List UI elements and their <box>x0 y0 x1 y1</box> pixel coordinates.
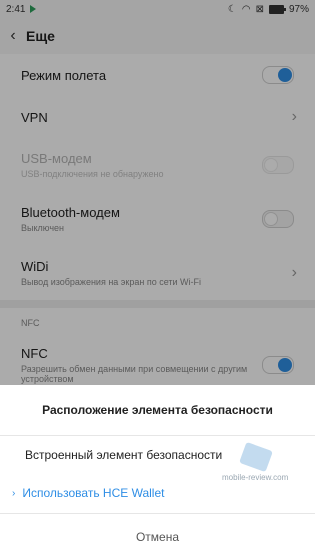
watermark: mobile-review.com <box>222 440 308 496</box>
option-label: Встроенный элемент безопасности <box>25 448 223 462</box>
watermark-logo-icon <box>239 441 273 473</box>
watermark-text: mobile-review.com <box>222 473 289 482</box>
selected-chevron-icon: › <box>12 487 16 499</box>
option-label: Использовать HCE Wallet <box>22 486 165 500</box>
cancel-button[interactable]: Отмена <box>0 513 315 560</box>
dialog-title: Расположение элемента безопасности <box>0 385 315 436</box>
